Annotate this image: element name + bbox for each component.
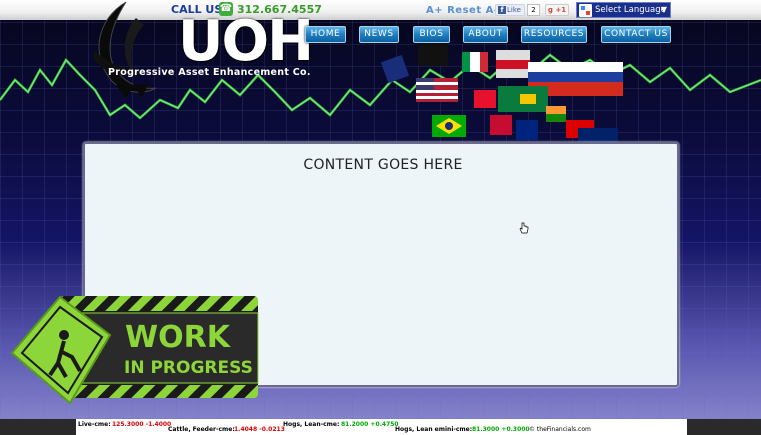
phoenix-logo-icon (94, 1, 157, 98)
ticker-label: Hogs, Lean emini-cme: (395, 426, 473, 433)
ticker-content: Live-cme: 125.3000 -1.4000 Cattle, Feede… (76, 419, 687, 435)
ticker-value: 125.3000 -1.4000 (112, 421, 172, 428)
google-plus-label: +1 (555, 6, 567, 14)
phone-icon: ☎ (219, 2, 233, 16)
hand-cursor-icon (519, 222, 529, 234)
facebook-icon: f (498, 6, 506, 14)
text-size-controls[interactable]: A+ Reset A- (426, 5, 498, 16)
google-plus-button[interactable]: g +1 (545, 4, 569, 16)
ticker-value: 81.2000 +0.4750 (341, 421, 399, 428)
nav-home[interactable]: HOME (305, 26, 346, 43)
logo-wordmark: UOH (178, 9, 314, 74)
ticker-label: Hogs, Lean-cme: (283, 421, 340, 428)
logo-tagline: Progressive Asset Enhancement Co. (108, 67, 311, 78)
language-select[interactable]: Select Language ▼ (576, 2, 671, 18)
ticker-value: 1.4048 -0.0213 (234, 426, 285, 433)
nav-about[interactable]: ABOUT (463, 26, 508, 43)
page-background: UOH Progressive Asset Enhancement Co. CA… (0, 0, 761, 435)
google-translate-icon (579, 4, 592, 17)
facebook-like-button[interactable]: f Like (495, 4, 525, 16)
ticker-value: 81.3000 +0.3000 (472, 426, 530, 433)
google-plus-icon: g (547, 6, 553, 14)
ticker-label: Cattle, Feeder-cme: (168, 426, 235, 433)
ticker-credit[interactable]: © theFinancials.com (529, 426, 591, 433)
nav-news[interactable]: NEWS (359, 26, 399, 43)
chevron-down-icon: ▼ (660, 5, 667, 14)
work-in-progress-sign: WORK IN PROGRESS (10, 295, 259, 405)
facebook-like-count: 2 (527, 4, 540, 16)
content-heading: CONTENT GOES HERE (303, 157, 463, 173)
nav-resources[interactable]: RESOURCES (521, 26, 587, 43)
wip-line1: WORK (125, 320, 232, 355)
facebook-like-label: Like (507, 6, 521, 14)
nav-bios[interactable]: BIOS (413, 26, 450, 43)
nav-contact-us[interactable]: CONTACT US (601, 26, 671, 43)
language-select-label: Select Language (595, 5, 666, 15)
wip-line2: IN PROGRESS (124, 358, 253, 378)
ticker-label: Live-cme: (78, 421, 111, 428)
phone-number[interactable]: 312.667.4557 (237, 3, 322, 16)
